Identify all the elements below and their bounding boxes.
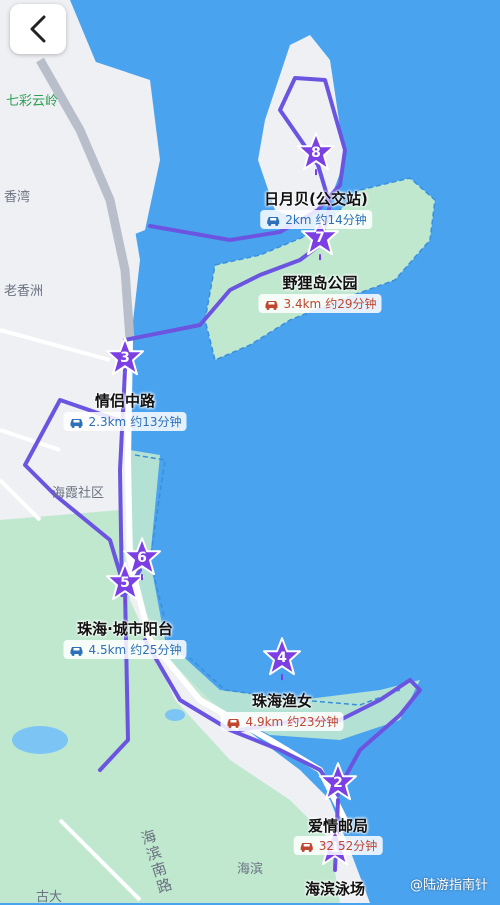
stop-number: 2 — [333, 775, 343, 791]
stop-number: 7 — [315, 230, 325, 246]
back-button[interactable] — [10, 4, 66, 54]
car-icon — [300, 842, 313, 852]
stop-name-3: 情侣中路 — [94, 392, 156, 410]
route-distance: 2km — [285, 212, 312, 227]
stop-number: 8 — [311, 145, 321, 161]
stop-route-info-7: 3.4km 约29分钟 — [258, 294, 382, 313]
route-distance: 3.4km — [283, 296, 322, 311]
stop-route-info-3: 2.3km 约13分钟 — [63, 412, 187, 431]
route-distance: 32 — [318, 838, 334, 853]
map-canvas[interactable] — [0, 0, 500, 903]
place-label-xiangwan: 香湾 — [4, 190, 31, 205]
place-label-laoxiangzhou: 老香洲 — [4, 284, 44, 299]
stop-route-info-8: 2km 约14分钟 — [260, 210, 372, 229]
chevron-left-icon — [30, 15, 46, 43]
place-label-qicaiyunling: 七彩云岭 — [6, 94, 59, 109]
car-icon — [70, 418, 83, 428]
place-label-haibin: 海滨 — [237, 862, 264, 877]
route-time: 约23分钟 — [287, 715, 339, 729]
stop-name-4: 珠海渔女 — [251, 692, 313, 710]
stop-route-info-2: 32 52分钟 — [293, 836, 383, 855]
route-distance: 2.3km — [88, 414, 127, 429]
stop-name-2: 爱情邮局 — [307, 817, 369, 835]
stop-marker-8[interactable]: 8 — [296, 131, 336, 179]
stop-marker-4[interactable]: 4 — [262, 636, 302, 684]
stop-number: 3 — [120, 350, 130, 366]
route-time: 52分钟 — [338, 839, 378, 853]
route-time: 约29分钟 — [325, 297, 377, 311]
car-icon — [70, 646, 83, 656]
watermark: @陆游指南针 — [409, 878, 488, 893]
stop-route-info-4: 4.9km 约23分钟 — [220, 712, 344, 731]
place-label-guda: 古大 — [36, 890, 63, 905]
stop-name-5: 珠海·城市阳台 — [77, 620, 173, 638]
car-icon — [267, 216, 280, 226]
pond — [165, 709, 185, 721]
stop-name-8: 日月贝(公交站) — [264, 190, 368, 208]
stop-name-1: 海滨泳场 — [304, 880, 366, 898]
place-label-haixia: 海霞社区 — [52, 486, 105, 501]
route-distance: 4.5km — [88, 642, 127, 657]
car-icon — [227, 718, 240, 728]
stop-number: 4 — [277, 650, 287, 666]
route-time: 约25分钟 — [130, 643, 182, 657]
stop-marker-3[interactable]: 3 — [105, 336, 145, 384]
stop-marker-2[interactable]: 2 — [318, 761, 358, 809]
stop-number: 6 — [137, 550, 147, 566]
car-icon — [265, 300, 278, 310]
lake — [12, 726, 68, 754]
stop-marker-6[interactable]: 6 — [122, 536, 162, 584]
route-time: 约14分钟 — [315, 213, 367, 227]
stop-name-7: 野狸岛公园 — [282, 274, 358, 292]
stop-route-info-5: 4.5km 约25分钟 — [63, 640, 187, 659]
route-time: 约13分钟 — [130, 415, 182, 429]
route-distance: 4.9km — [245, 714, 284, 729]
